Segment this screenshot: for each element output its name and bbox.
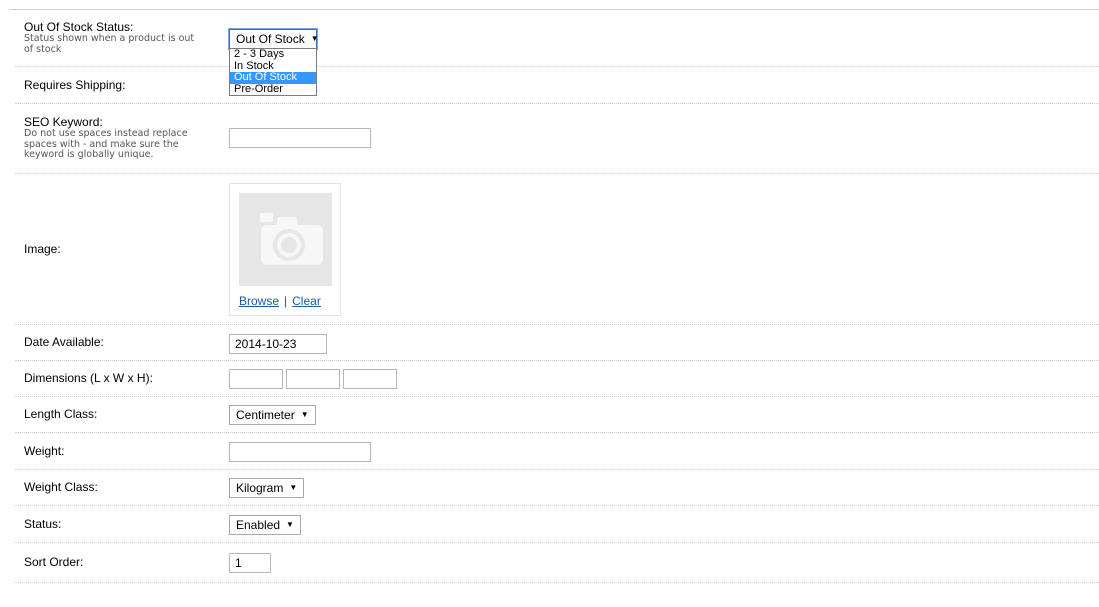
out-of-stock-options-list: 2 - 3 Days In Stock Out Of Stock Pre-Ord…: [229, 48, 317, 96]
camera-icon: [260, 213, 323, 265]
chevron-down-icon: ▼: [286, 520, 294, 529]
seo-keyword-help: Do not use spaces instead replace spaces…: [24, 128, 188, 161]
row-weight: Weight:: [15, 433, 1099, 470]
option-out-of-stock[interactable]: Out Of Stock: [230, 71, 316, 84]
option-pre-order[interactable]: Pre-Order: [230, 83, 316, 96]
weight-label: Weight:: [24, 443, 65, 458]
chevron-down-icon: ▼: [300, 410, 309, 419]
length-class-select[interactable]: Centimeter ▼: [229, 405, 316, 425]
row-length-class: Length Class: Centimeter ▼: [15, 397, 1099, 433]
image-actions-separator: |: [284, 294, 288, 308]
image-actions: Browse | Clear: [239, 294, 321, 308]
requires-shipping-label: Requires Shipping:: [24, 77, 126, 92]
date-available-label: Date Available:: [24, 335, 104, 349]
row-seo-keyword: SEO Keyword: Do not use spaces instead r…: [15, 104, 1099, 174]
row-dimensions: Dimensions (L x W x H):: [15, 361, 1099, 397]
image-placeholder[interactable]: [239, 193, 332, 286]
dimension-length-input[interactable]: [229, 369, 283, 389]
image-label: Image:: [24, 241, 61, 256]
browse-link[interactable]: Browse: [239, 294, 279, 308]
weight-input[interactable]: [229, 442, 371, 462]
weight-class-label: Weight Class:: [24, 480, 98, 494]
out-of-stock-select[interactable]: Out Of Stock ▼: [229, 29, 319, 49]
out-of-stock-selected-value: Out Of Stock: [236, 32, 305, 46]
dimension-width-input[interactable]: [286, 369, 340, 389]
option-2-3-days[interactable]: 2 - 3 Days: [230, 48, 316, 61]
sort-order-input[interactable]: [229, 553, 271, 573]
dimensions-label: Dimensions (L x W x H):: [24, 371, 153, 385]
row-out-of-stock-status: Out Of Stock Status: Status shown when a…: [15, 10, 1099, 67]
chevron-down-icon: ▼: [310, 34, 319, 43]
weight-class-selected-value: Kilogram: [236, 481, 284, 495]
row-requires-shipping: Requires Shipping:: [15, 67, 1099, 104]
status-select[interactable]: Enabled ▼: [229, 515, 301, 535]
length-class-label: Length Class:: [24, 407, 98, 421]
row-image: Image: Browse | Clear: [15, 174, 1099, 325]
sort-order-label: Sort Order:: [24, 555, 84, 569]
row-date-available: Date Available:: [15, 325, 1099, 361]
out-of-stock-help: Status shown when a product is out of st…: [24, 33, 195, 55]
out-of-stock-label: Out Of Stock Status: Status shown when a…: [24, 10, 214, 66]
row-weight-class: Weight Class: Kilogram ▼: [15, 470, 1099, 506]
status-label: Status:: [24, 516, 62, 531]
weight-class-select[interactable]: Kilogram ▼: [229, 478, 305, 498]
date-available-input[interactable]: [229, 334, 327, 354]
image-thumbnail-box: Browse | Clear: [229, 183, 341, 316]
row-status: Status: Enabled ▼: [15, 506, 1099, 543]
chevron-down-icon: ▼: [289, 483, 298, 492]
status-selected-value: Enabled: [236, 518, 281, 532]
length-class-selected-value: Centimeter: [236, 408, 295, 422]
clear-link[interactable]: Clear: [292, 294, 321, 308]
product-data-form: Out Of Stock Status: Status shown when a…: [15, 10, 1099, 583]
row-sort-order: Sort Order:: [15, 543, 1099, 583]
seo-keyword-input[interactable]: [229, 128, 371, 148]
dimension-height-input[interactable]: [343, 369, 397, 389]
